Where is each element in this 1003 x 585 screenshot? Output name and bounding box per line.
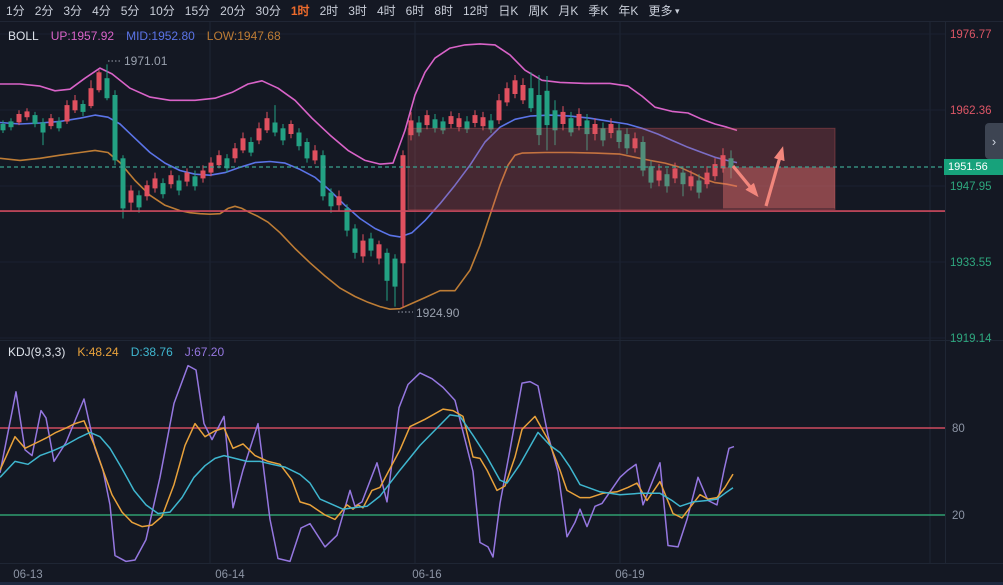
candle-body bbox=[288, 124, 294, 134]
candle-body bbox=[192, 176, 198, 187]
trading-chart-app: { "toolbar": { "items": [ {"label":"1分"}… bbox=[0, 0, 1003, 585]
candle-body bbox=[80, 104, 86, 112]
candle-body bbox=[272, 122, 278, 133]
candle-body bbox=[24, 111, 30, 118]
candle-body bbox=[120, 158, 126, 209]
kdj-axis-label: 20 bbox=[952, 510, 965, 522]
boll-up-value: UP:1957.92 bbox=[50, 29, 115, 43]
candle-body bbox=[136, 195, 142, 208]
candle-body bbox=[528, 88, 534, 109]
candle-body bbox=[88, 88, 94, 107]
candle-body bbox=[8, 121, 14, 128]
candle-body bbox=[448, 116, 454, 124]
candle-body bbox=[248, 142, 254, 153]
boll-mid-value: MID:1952.80 bbox=[126, 29, 195, 43]
candle-body bbox=[184, 172, 190, 182]
candle-body bbox=[16, 114, 22, 123]
candle-body bbox=[552, 110, 558, 131]
candle-body bbox=[512, 80, 518, 94]
candle-body bbox=[104, 78, 110, 99]
candle-body bbox=[304, 142, 310, 159]
low-price-annotation: 1924.90 bbox=[416, 306, 460, 320]
current-price-badge: 1951.56 bbox=[944, 159, 1003, 175]
candle-body bbox=[240, 138, 246, 151]
candle-body bbox=[0, 124, 6, 131]
candle-body bbox=[112, 95, 118, 161]
candle-body bbox=[472, 115, 478, 123]
candle-body bbox=[520, 85, 526, 101]
price-axis-label: 1976.77 bbox=[950, 29, 992, 41]
candle-body bbox=[496, 100, 502, 121]
candle-body bbox=[336, 196, 342, 206]
candle-body bbox=[144, 185, 150, 197]
candle-body bbox=[216, 155, 222, 166]
candle-body bbox=[328, 192, 334, 207]
date-axis-label: 06-16 bbox=[412, 569, 441, 581]
candle-body bbox=[32, 115, 38, 125]
candle-body bbox=[296, 132, 302, 147]
price-axis-label: 1919.14 bbox=[950, 333, 992, 345]
candle-body bbox=[576, 114, 582, 127]
candle-body bbox=[56, 121, 62, 129]
candle-body bbox=[384, 252, 390, 281]
price-axis-label: 1947.95 bbox=[950, 181, 992, 193]
candle-body bbox=[232, 148, 238, 159]
candle-body bbox=[456, 118, 462, 128]
candle-body bbox=[432, 119, 438, 129]
candle-body bbox=[256, 128, 262, 141]
chevron-right-icon: › bbox=[991, 133, 997, 149]
boll-low-value: LOW:1947.68 bbox=[206, 29, 281, 43]
chart-canvas[interactable]: 1976.77 1962.36 1947.95 1933.55 1919.14 80 20 0… bbox=[0, 0, 1003, 585]
kdj-axis-label: 80 bbox=[952, 423, 965, 435]
candle-body bbox=[280, 128, 286, 141]
kdj-legend: KDJ(9,3,3) K:48.24 D:38.76 J:67.20 bbox=[8, 345, 224, 359]
boll-legend: BOLL UP:1957.92 MID:1952.80 LOW:1947.68 bbox=[8, 29, 281, 43]
kdj-k-value: K:48.24 bbox=[77, 345, 119, 359]
candle-body bbox=[544, 90, 550, 126]
candle-body bbox=[376, 244, 382, 259]
candle-body bbox=[160, 183, 166, 195]
candle-body bbox=[352, 228, 358, 253]
date-axis-label: 06-14 bbox=[215, 569, 245, 581]
candle-body bbox=[152, 178, 158, 189]
kdj-legend-name: KDJ(9,3,3) bbox=[8, 345, 66, 359]
price-axis-label: 1962.36 bbox=[950, 105, 992, 117]
kdj-j-line bbox=[0, 364, 735, 563]
candle-body bbox=[480, 117, 486, 127]
candle-body bbox=[168, 175, 174, 185]
candle-body bbox=[504, 88, 510, 103]
candle-body bbox=[264, 118, 270, 131]
candle-body bbox=[48, 118, 54, 127]
high-price-annotation: 1971.01 bbox=[124, 54, 168, 68]
candle-body bbox=[72, 100, 78, 111]
kdj-d-value: D:38.76 bbox=[130, 345, 173, 359]
date-axis-label: 06-19 bbox=[615, 569, 644, 581]
candle-body bbox=[368, 238, 374, 251]
candle-body bbox=[560, 111, 566, 124]
boll-legend-name: BOLL bbox=[8, 29, 39, 43]
candle-body bbox=[360, 240, 366, 257]
candle-body bbox=[128, 190, 134, 203]
candle-body bbox=[96, 72, 102, 91]
candle-body bbox=[424, 115, 430, 126]
candle-body bbox=[40, 122, 46, 133]
kdj-j-value: J:67.20 bbox=[184, 345, 225, 359]
candle-body bbox=[208, 162, 214, 173]
kdj-d-line bbox=[0, 414, 734, 515]
price-axis-label: 1933.55 bbox=[950, 257, 992, 269]
candle-body bbox=[200, 170, 206, 179]
panel-expander-button[interactable]: › bbox=[985, 123, 1003, 159]
candle-body bbox=[176, 180, 182, 191]
candle-body bbox=[312, 150, 318, 161]
candle-body bbox=[64, 105, 70, 122]
candle-body bbox=[320, 155, 326, 197]
date-axis-label: 06-13 bbox=[13, 569, 42, 581]
candle-body bbox=[400, 155, 406, 264]
candle-body bbox=[392, 258, 398, 287]
